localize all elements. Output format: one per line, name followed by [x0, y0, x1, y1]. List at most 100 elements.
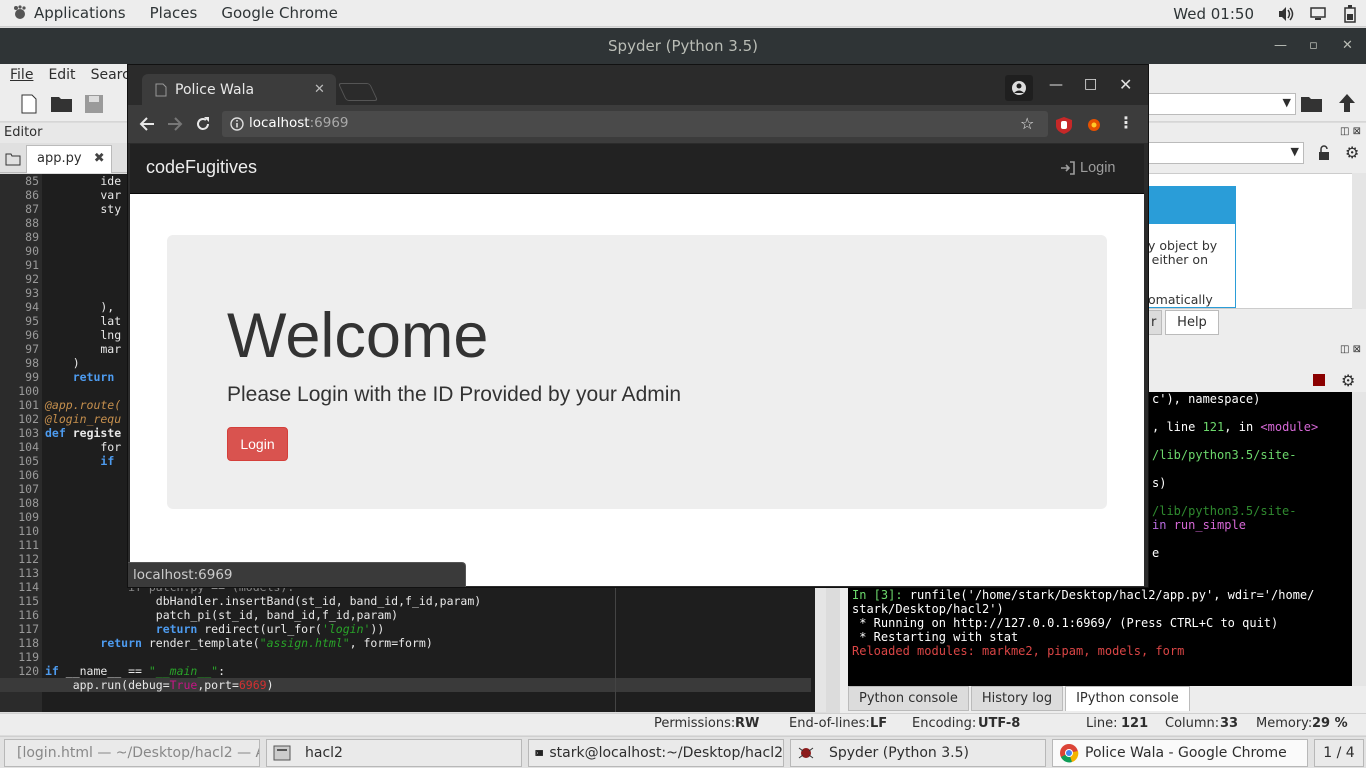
- nav-login-label: Login: [1080, 160, 1116, 176]
- line-number: 94: [25, 300, 39, 314]
- places-menu[interactable]: Places: [138, 4, 210, 22]
- editor-tab-app-py[interactable]: app.py ✖: [26, 145, 112, 173]
- memory-label: Memory:: [1256, 716, 1313, 731]
- console-scrollbar[interactable]: [1352, 392, 1366, 686]
- eol-value: LF: [870, 716, 888, 731]
- parent-directory-icon[interactable]: [1336, 92, 1358, 114]
- line-number: 105: [18, 454, 39, 468]
- task-terminal[interactable]: stark@localhost:~/Desktop/hacl2: [528, 739, 784, 767]
- workspace-switcher[interactable]: 1 / 4: [1314, 739, 1364, 767]
- chrome-app-menu[interactable]: Google Chrome: [209, 4, 350, 22]
- line-number: 97: [25, 342, 39, 356]
- battery-icon[interactable]: [1338, 4, 1362, 24]
- line-number: 112: [18, 552, 39, 566]
- tab-variable-explorer[interactable]: r: [1148, 310, 1162, 335]
- open-folder-icon[interactable]: [50, 94, 74, 114]
- new-file-icon[interactable]: [18, 93, 40, 115]
- line-value: 121: [1121, 716, 1149, 731]
- chrome-icon: [1060, 744, 1079, 763]
- profile-icon[interactable]: [1005, 75, 1033, 105]
- bookmark-star-icon[interactable]: ☆: [1020, 114, 1034, 133]
- help-source-combo[interactable]: ▼: [1148, 142, 1304, 164]
- tab-history-log[interactable]: History log: [970, 686, 1064, 711]
- menu-file[interactable]: File: [0, 67, 38, 83]
- login-button[interactable]: Login: [227, 427, 288, 461]
- task-atom[interactable]: [login.html — ~/Desktop/hacl2 — A...: [4, 739, 260, 767]
- task-spyder[interactable]: Spyder (Python 3.5): [790, 739, 1046, 767]
- browse-tabs-icon[interactable]: [5, 152, 21, 166]
- browse-directory-icon[interactable]: [1300, 94, 1324, 114]
- task-label: [login.html — ~/Desktop/hacl2 — A...: [17, 745, 260, 761]
- help-text-2: either on: [1151, 252, 1208, 267]
- tab-python-console[interactable]: Python console: [848, 686, 969, 711]
- line-number: 92: [25, 272, 39, 286]
- page-icon: [155, 83, 167, 97]
- reload-icon[interactable]: [195, 116, 211, 132]
- line-number: 119: [18, 650, 39, 664]
- task-label: stark@localhost:~/Desktop/hacl2: [549, 745, 783, 761]
- info-icon[interactable]: [230, 117, 244, 131]
- help-scrollbar[interactable]: [1352, 173, 1366, 309]
- permissions-label: Permissions:: [654, 716, 736, 731]
- line-number: 120: [18, 664, 39, 678]
- task-files[interactable]: hacl2: [266, 739, 522, 767]
- line-number: 115: [18, 594, 39, 608]
- browser-tab-police-wala[interactable]: Police Wala ✕: [142, 74, 336, 106]
- tab-ipython-console[interactable]: IPython console: [1065, 686, 1190, 711]
- tab-help[interactable]: Help: [1165, 310, 1219, 335]
- help-text-3: omatically: [1148, 292, 1213, 307]
- line-number: 107: [18, 482, 39, 496]
- nav-login-link[interactable]: Login: [1060, 160, 1115, 176]
- stop-kernel-icon[interactable]: [1313, 374, 1325, 386]
- spyder-title: Spyder (Python 3.5): [608, 37, 758, 55]
- volume-icon[interactable]: [1274, 4, 1298, 24]
- task-chrome[interactable]: Police Wala - Google Chrome: [1052, 739, 1308, 767]
- maximize-icon[interactable]: ▫: [1309, 28, 1318, 64]
- extension-icon[interactable]: [1086, 115, 1102, 133]
- line-number: 117: [18, 622, 39, 636]
- line-number: 96: [25, 328, 39, 342]
- gear-icon[interactable]: ⚙: [1345, 143, 1359, 162]
- line-number: 89: [25, 230, 39, 244]
- gear-icon[interactable]: ⚙: [1341, 371, 1355, 390]
- task-label: hacl2: [305, 745, 343, 761]
- console-tabbar: Python console History log IPython conso…: [848, 686, 1352, 711]
- address-bar[interactable]: localhost:6969 ☆: [222, 111, 1048, 137]
- line-number: 108: [18, 496, 39, 510]
- menu-edit[interactable]: Edit: [38, 67, 80, 83]
- editor-tab-label: app.py: [37, 151, 82, 166]
- undock-icon[interactable]: ◫ ⊠: [1340, 344, 1361, 355]
- close-tab-icon[interactable]: ✖: [94, 151, 105, 166]
- line-number: 91: [25, 258, 39, 272]
- forward-icon[interactable]: [167, 116, 183, 132]
- terminal-icon: [535, 750, 543, 756]
- encoding-label: Encoding:: [912, 716, 977, 731]
- line-number: 118: [18, 636, 39, 650]
- applications-menu[interactable]: Applications: [0, 4, 138, 22]
- line-number: 110: [18, 524, 39, 538]
- working-directory-combo[interactable]: ▼: [1148, 93, 1296, 115]
- spyder-titlebar[interactable]: Spyder (Python 3.5) — ▫ ✕: [0, 28, 1366, 64]
- lock-icon[interactable]: [1318, 145, 1330, 161]
- minimize-icon[interactable]: —: [1274, 28, 1287, 64]
- site-brand[interactable]: codeFugitives: [146, 157, 257, 178]
- save-icon[interactable]: [84, 94, 104, 114]
- line-number: 109: [18, 510, 39, 524]
- close-tab-icon[interactable]: ✕: [314, 82, 325, 97]
- network-icon[interactable]: [1306, 4, 1330, 24]
- file-manager-icon: [273, 745, 291, 761]
- chrome-minimize-icon[interactable]: —: [1049, 77, 1063, 93]
- ublock-icon[interactable]: [1054, 116, 1074, 134]
- permissions-value: RW: [735, 716, 760, 731]
- back-icon[interactable]: [139, 116, 155, 132]
- lead-text: Please Login with the ID Provided by you…: [227, 383, 682, 406]
- chrome-close-icon[interactable]: ✕: [1119, 75, 1132, 94]
- close-icon[interactable]: ✕: [1342, 28, 1353, 64]
- undock-icon[interactable]: ◫ ⊠: [1340, 126, 1361, 137]
- chrome-maximize-icon[interactable]: □: [1084, 76, 1097, 92]
- line-number: 103: [18, 426, 39, 440]
- line-number: 102: [18, 412, 39, 426]
- clock[interactable]: Wed 01:50: [1173, 5, 1254, 23]
- chrome-menu-icon[interactable]: ⋮: [1118, 113, 1134, 132]
- line-number-gutter: 85 86 87 88 89 90 91 92 93 94 95 96 97 98 99 100 101 102 1…: [0, 174, 42, 712]
